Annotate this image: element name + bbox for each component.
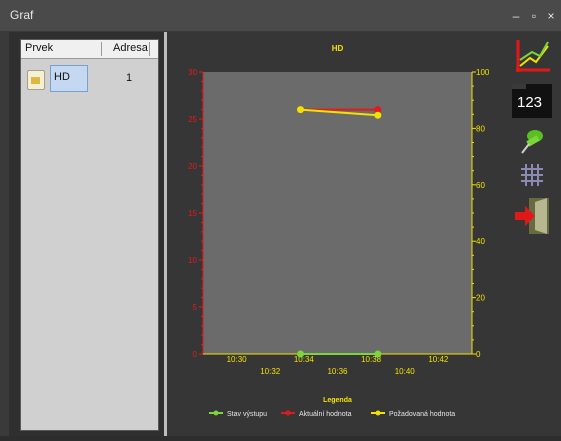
list-header: Prvek Adresa <box>21 40 158 59</box>
y-left-tick-label: 20 <box>188 162 197 171</box>
legend-label: Požadovaná hodnota <box>389 411 455 418</box>
legend-title: Legenda <box>323 397 352 404</box>
window-title: Graf <box>10 8 34 22</box>
chart-panel: HD 0 5 10 15 20 25 30 0 20 40 60 80 100 10:30 10:34 10:3… <box>167 32 561 436</box>
value-display-label: 123 <box>517 94 543 111</box>
y-right-tick-label: 100 <box>476 68 490 77</box>
column-header-prvek[interactable]: Prvek <box>25 42 53 54</box>
column-separator[interactable] <box>149 42 150 56</box>
maximize-button[interactable]: ▫ <box>527 9 541 23</box>
chart: HD 0 5 10 15 20 25 30 0 20 40 60 80 100 10:30 10:34 10:3… <box>188 44 490 418</box>
x-tick-label: 10:40 <box>395 367 416 376</box>
x-tick-label: 10:32 <box>260 367 281 376</box>
list-item-name[interactable]: HD <box>50 65 88 92</box>
x-tick-label: 10:36 <box>327 367 348 376</box>
plot-area <box>203 72 472 354</box>
column-header-adresa[interactable]: Adresa <box>113 42 148 54</box>
exit-icon[interactable] <box>513 196 553 236</box>
series-point <box>297 106 305 114</box>
legend-label: Aktuální hodnota <box>299 411 352 418</box>
series-point <box>374 350 382 358</box>
series-point <box>374 111 382 119</box>
y-right-tick-label: 60 <box>476 181 485 190</box>
y-left-tick-label: 5 <box>193 303 198 312</box>
minimize-button[interactable]: – <box>509 9 523 23</box>
value-display-button[interactable]: 123 <box>512 84 552 118</box>
y-right-tick-label: 40 <box>476 237 485 246</box>
y-right-tick-label: 80 <box>476 124 485 133</box>
y-left-tick-label: 0 <box>193 350 198 359</box>
grid-icon[interactable] <box>519 162 545 188</box>
x-tick-label: 10:34 <box>294 355 315 364</box>
close-button[interactable]: × <box>544 9 558 23</box>
element-type-icon <box>27 70 45 90</box>
y-right-tick-label: 20 <box>476 294 485 303</box>
element-panel: Prvek Adresa HD 1 <box>9 32 164 436</box>
x-tick-label: 10:42 <box>428 355 449 364</box>
legend-swatch-marker <box>285 410 291 416</box>
y-left-tick-label: 30 <box>188 68 197 77</box>
legend-swatch-marker <box>375 410 381 416</box>
element-list[interactable]: Prvek Adresa HD 1 <box>20 39 159 431</box>
column-separator[interactable] <box>101 42 102 56</box>
y-right-tick-label: 0 <box>476 350 481 359</box>
title-bar[interactable]: Graf – ▫ × <box>0 0 561 31</box>
y-left-tick-label: 25 <box>188 115 197 124</box>
list-item-address[interactable]: 1 <box>126 72 132 84</box>
pin-icon[interactable] <box>519 128 545 156</box>
series-point <box>297 350 305 358</box>
legend-label: Stav výstupu <box>227 411 267 418</box>
graph-window: Graf – ▫ × Prvek Adresa HD 1 HD 0 5 10 15 20 2… <box>0 0 561 436</box>
legend-swatch-marker <box>213 410 219 416</box>
chart-axes-icon[interactable] <box>512 36 552 76</box>
x-tick-label: 10:30 <box>227 355 248 364</box>
y-left-tick-label: 15 <box>188 209 197 218</box>
chart-title: HD <box>332 44 344 53</box>
y-left-tick-label: 10 <box>188 256 197 265</box>
